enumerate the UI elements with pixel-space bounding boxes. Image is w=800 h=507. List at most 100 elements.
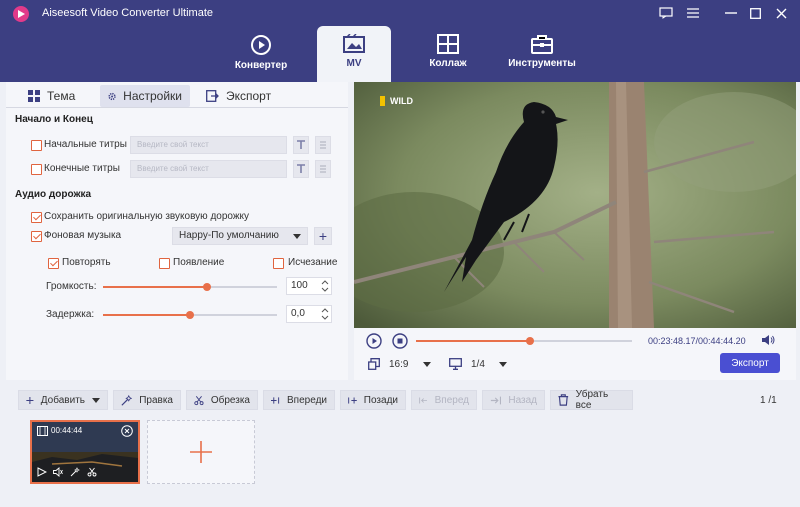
clear-all-button[interactable]: Убрать все: [550, 389, 633, 411]
keep-audio-checkbox[interactable]: [31, 212, 42, 223]
clip-duration: 00:44:44: [51, 426, 83, 435]
clip-edit-icon[interactable]: [70, 467, 80, 477]
arrow-left-bar-icon: [419, 397, 427, 403]
channel-watermark: WILD: [390, 96, 413, 106]
tab-collage[interactable]: Коллаж: [400, 26, 496, 82]
clip-play-icon[interactable]: [37, 467, 47, 477]
subtabs: Тема Настройки Экспорт: [6, 82, 348, 108]
monitor-icon: [449, 358, 462, 370]
fade-out-checkbox[interactable]: [273, 258, 284, 269]
start-titles-checkbox[interactable]: [31, 140, 42, 151]
page-indicator[interactable]: 1/4: [471, 359, 485, 370]
start-titles-input[interactable]: Введите свой текст: [130, 136, 287, 154]
end-titles-checkbox[interactable]: [31, 164, 42, 175]
volume-slider[interactable]: [103, 283, 277, 291]
export-button[interactable]: Экспорт: [720, 353, 780, 373]
behind-button[interactable]: Позади: [340, 390, 406, 410]
video-frame: WILD: [354, 82, 796, 328]
delay-spinbox[interactable]: 0,0: [286, 305, 332, 323]
chevron-down-icon[interactable]: [92, 397, 100, 403]
forward-button[interactable]: Вперед: [411, 390, 477, 410]
add-music-button[interactable]: +: [314, 227, 332, 245]
video-preview[interactable]: WILD: [354, 82, 796, 328]
clip-thumbnail[interactable]: 00:44:44: [30, 420, 140, 484]
delay-label: Задержка:: [46, 309, 95, 320]
subtab-theme[interactable]: Тема: [20, 85, 83, 107]
maximize-icon[interactable]: [746, 4, 764, 22]
volume-slider-knob[interactable]: [203, 283, 212, 291]
delay-slider[interactable]: [103, 311, 277, 319]
plus-icon: [26, 396, 34, 404]
bg-music-checkbox[interactable]: [31, 231, 42, 242]
feedback-icon[interactable]: [657, 4, 675, 22]
fade-out-label: Исчезание: [288, 257, 338, 268]
clip-audio-icon[interactable]: [53, 467, 63, 477]
subtab-export-label: Экспорт: [226, 89, 272, 103]
bg-music-select[interactable]: Happy-По умолчанию: [172, 227, 308, 245]
add-button[interactable]: Добавить: [18, 390, 108, 410]
bg-music-select-value: Happy-По умолчанию: [179, 230, 279, 241]
back-button[interactable]: Назад: [482, 390, 545, 410]
delay-value: 0,0: [291, 308, 305, 319]
volume-label: Громкость:: [46, 281, 97, 292]
arrow-right-bar-icon: [490, 396, 502, 404]
stop-icon[interactable]: [392, 333, 408, 349]
spin-arrows-icon[interactable]: [321, 280, 329, 292]
remove-clip-icon[interactable]: [121, 425, 133, 437]
end-titles-input[interactable]: Введите свой текст: [130, 160, 287, 178]
minimize-icon[interactable]: [722, 4, 740, 22]
start-titles-align-button[interactable]: [315, 136, 331, 154]
subtab-export[interactable]: Экспорт: [198, 85, 279, 107]
trim-button-label: Обрезка: [210, 394, 250, 406]
playback-time: 00:23:48.17/00:44:44.20: [648, 336, 746, 346]
tab-mv-label: MV: [346, 58, 362, 69]
convert-icon: [251, 35, 271, 55]
aspect-ratio-value[interactable]: 16:9: [389, 359, 408, 370]
text-format-icon: [297, 140, 305, 149]
end-titles-align-button[interactable]: [315, 160, 331, 178]
repeat-checkbox[interactable]: [48, 258, 59, 269]
start-end-heading: Начало и Конец: [15, 114, 93, 125]
volume-value: 100: [291, 280, 308, 291]
clear-all-button-label: Убрать все: [575, 389, 609, 411]
tab-converter-label: Конвертер: [234, 60, 288, 71]
delay-slider-knob[interactable]: [186, 311, 194, 319]
playback-progress[interactable]: [416, 337, 632, 345]
volume-spinbox[interactable]: 100: [286, 277, 332, 295]
playback-progress-fill: [416, 340, 531, 342]
page-chevron-down-icon[interactable]: [499, 362, 507, 367]
tab-mv[interactable]: MV: [317, 26, 391, 82]
ahead-button-label: Впереди: [287, 394, 327, 406]
tab-converter[interactable]: Конвертер: [213, 26, 309, 82]
ahead-button[interactable]: Впереди: [263, 390, 335, 410]
clip-trim-icon[interactable]: [87, 467, 97, 477]
title-bar: Aiseesoft Video Converter Ultimate Конве…: [0, 0, 800, 82]
edit-button-label: Правка: [139, 394, 173, 406]
fade-in-checkbox[interactable]: [159, 258, 170, 269]
aspect-ratio-icon: [368, 358, 380, 370]
aspect-chevron-down-icon[interactable]: [423, 362, 431, 367]
page-total: /1: [768, 395, 777, 406]
start-titles-font-button[interactable]: [293, 136, 309, 154]
menu-icon[interactable]: [684, 4, 702, 22]
playback-progress-knob[interactable]: [526, 337, 535, 345]
add-clip-plus-icon: [190, 441, 212, 463]
volume-icon[interactable]: [761, 334, 775, 346]
spin-arrows-icon[interactable]: [321, 308, 329, 320]
app-logo-icon: [13, 6, 29, 22]
edit-button[interactable]: Правка: [113, 390, 181, 410]
end-titles-font-button[interactable]: [293, 160, 309, 178]
tab-collage-label: Коллаж: [429, 58, 467, 69]
tab-tools-label: Инструменты: [508, 58, 576, 69]
subtab-settings[interactable]: Настройки: [100, 85, 190, 107]
trim-button[interactable]: Обрезка: [186, 390, 258, 410]
add-clip-slot[interactable]: [147, 420, 255, 484]
magic-wand-icon: [121, 394, 133, 406]
tab-tools[interactable]: Инструменты: [494, 26, 590, 82]
collage-icon: [437, 34, 459, 54]
bg-music-label: Фоновая музыка: [44, 230, 122, 241]
fade-in-label: Появление: [173, 257, 225, 268]
play-icon[interactable]: [366, 333, 382, 349]
gear-icon: [108, 92, 116, 100]
close-icon[interactable]: [772, 4, 790, 22]
